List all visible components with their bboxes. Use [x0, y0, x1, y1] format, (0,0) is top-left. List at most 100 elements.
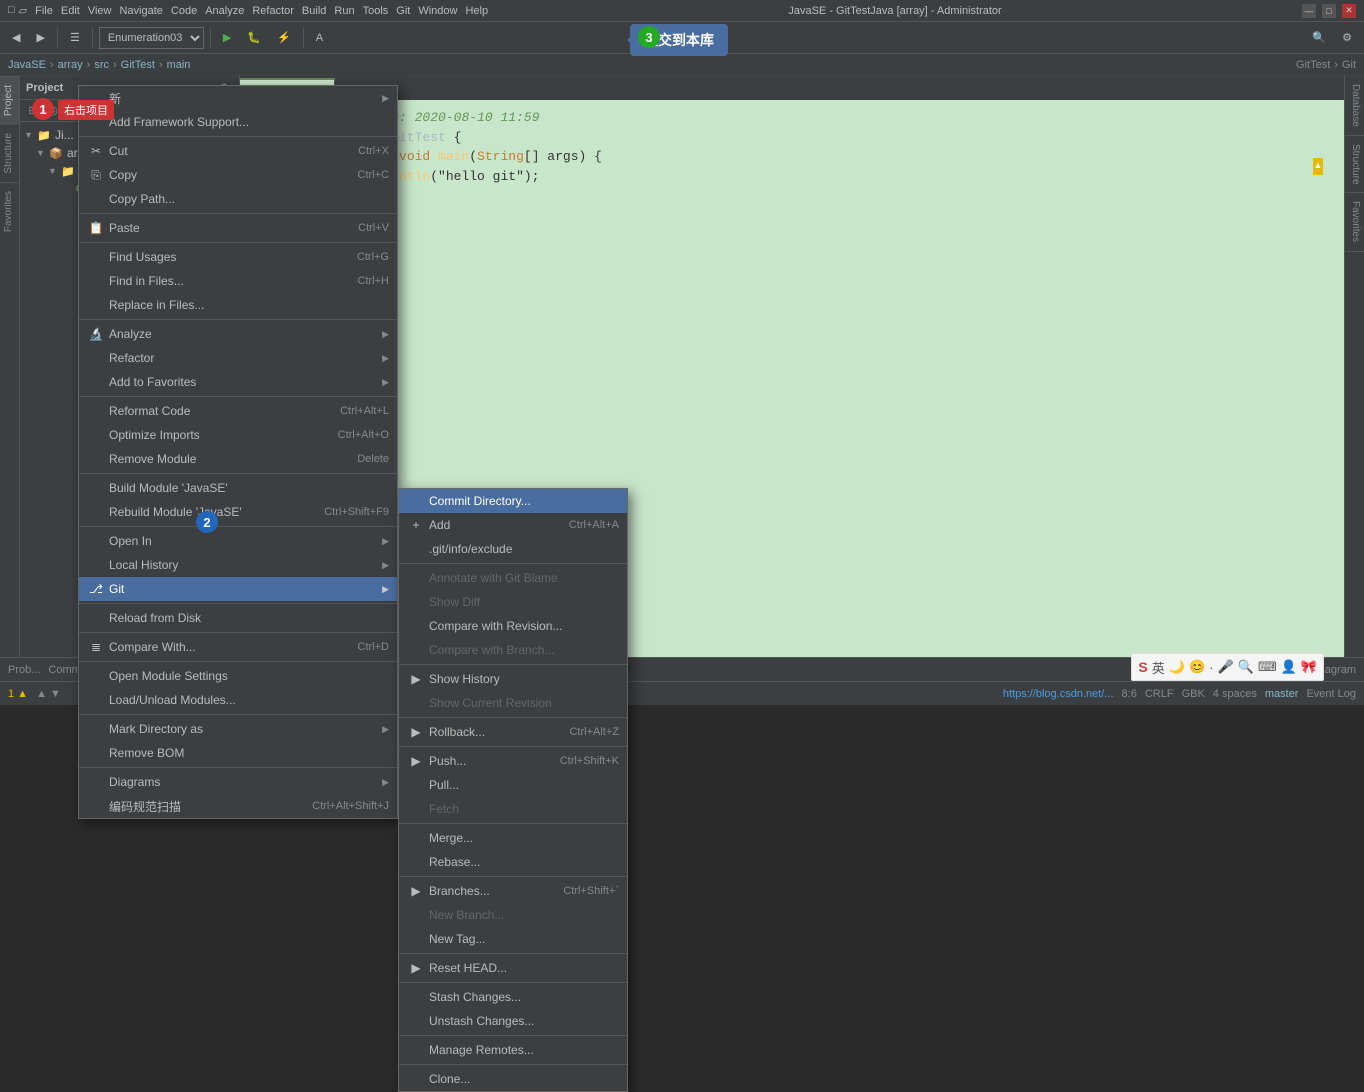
git-sep-8 [399, 982, 627, 983]
menu-view[interactable]: View [88, 5, 112, 17]
git-cm-commit-dir[interactable]: Commit Directory... [399, 489, 627, 513]
menu-file[interactable]: File [35, 5, 53, 17]
git-cm-show-history[interactable]: ▶ Show History [399, 667, 627, 691]
breadcrumb-javase[interactable]: JavaSE [8, 59, 46, 71]
cm-item-open-in[interactable]: Open In ▶ [79, 529, 397, 553]
toolbar-forward-button[interactable]: ▶ [30, 26, 50, 50]
breadcrumb-gittest[interactable]: GitTest [121, 59, 155, 71]
sogou-logo-icon: S [1138, 659, 1147, 675]
code-line-5: 5 } [248, 186, 1336, 206]
menu-git[interactable]: Git [396, 5, 410, 17]
cm-item-refactor[interactable]: Refactor ▶ [79, 346, 397, 370]
coverage-button[interactable]: ⚡ [271, 26, 297, 50]
git-cm-show-diff: Show Diff [399, 590, 627, 614]
cm-item-compare-with[interactable]: ≣ Compare With... Ctrl+D [79, 635, 397, 659]
cm-item-build-module[interactable]: Build Module 'JavaSE' [79, 476, 397, 500]
cm-item-analyze[interactable]: 🔬 Analyze ▶ [79, 322, 397, 346]
cm-item-replace-files[interactable]: Replace in Files... [79, 293, 397, 317]
menu-run[interactable]: Run [334, 5, 354, 17]
git-cm-clone[interactable]: Clone... [399, 1067, 627, 1091]
cm-item-find-usages[interactable]: Find Usages Ctrl+G [79, 245, 397, 269]
maximize-button[interactable]: □ [1322, 4, 1336, 18]
git-cm-reset-head[interactable]: ▶ Reset HEAD... [399, 956, 627, 980]
run-config-dropdown[interactable]: Enumeration03 [99, 27, 204, 49]
git-cm-unstash[interactable]: Unstash Changes... [399, 1009, 627, 1033]
menu-navigate[interactable]: Navigate [119, 5, 162, 17]
favorites-tab-right[interactable]: Favorites [1345, 193, 1364, 251]
cm-item-copy-path[interactable]: Copy Path... [79, 187, 397, 211]
csdn-link[interactable]: https://blog.csdn.net/... [1003, 688, 1114, 700]
cm-separator-10 [79, 661, 397, 662]
run-button[interactable]: ▶ [217, 26, 237, 50]
git-sep-9 [399, 1035, 627, 1036]
git-submenu: Commit Directory... + Add Ctrl+Alt+A .gi… [398, 488, 628, 1092]
translate-button[interactable]: A [310, 26, 332, 50]
annotation-badge-1: 1 [32, 98, 54, 120]
cm-item-load-modules[interactable]: Load/Unload Modules... [79, 688, 397, 712]
cm-item-code-scan[interactable]: 编码规范扫描 Ctrl+Alt+Shift+J [79, 794, 397, 818]
cm-item-add-framework[interactable]: Add Framework Support... [79, 110, 397, 134]
git-cm-compare-branch: Compare with Branch... [399, 638, 627, 662]
menu-build[interactable]: Build [302, 5, 326, 17]
nav-arrows[interactable]: ▲ ▼ [36, 688, 61, 700]
cm-item-new[interactable]: 新 ▶ [79, 86, 397, 110]
project-tab[interactable]: Project [0, 76, 19, 124]
cm-item-rebuild-module[interactable]: Rebuild Module 'JavaSE' Ctrl+Shift+F9 [79, 500, 397, 524]
menu-edit[interactable]: Edit [61, 5, 80, 17]
git-cm-add[interactable]: + Add Ctrl+Alt+A [399, 513, 627, 537]
structure-tab-right[interactable]: Structure [1345, 136, 1364, 194]
cm-item-remove-bom[interactable]: Remove BOM [79, 741, 397, 765]
cm-item-remove-module[interactable]: Remove Module Delete [79, 447, 397, 471]
cm-item-add-favorites[interactable]: Add to Favorites ▶ [79, 370, 397, 394]
toolbar-back-button[interactable]: ◀ [6, 26, 26, 50]
cm-item-find-files[interactable]: Find in Files... Ctrl+H [79, 269, 397, 293]
git-cm-push[interactable]: ▶ Push... Ctrl+Shift+K [399, 749, 627, 773]
git-cm-new-tag[interactable]: New Tag... [399, 927, 627, 951]
git-cm-merge[interactable]: Merge... [399, 826, 627, 850]
favorites-tab-left[interactable]: Favorites [0, 182, 19, 240]
structure-tab-left[interactable]: Structure [0, 124, 19, 182]
cm-item-module-settings[interactable]: Open Module Settings [79, 664, 397, 688]
cm-item-copy[interactable]: ⎘ Copy Ctrl+C [79, 163, 397, 187]
menu-window[interactable]: Window [418, 5, 457, 17]
git-cm-rollback[interactable]: ▶ Rollback... Ctrl+Alt+Z [399, 720, 627, 744]
minimize-button[interactable]: — [1302, 4, 1316, 18]
cm-separator-1 [79, 136, 397, 137]
database-tab[interactable]: Database [1345, 76, 1364, 136]
cm-item-local-history[interactable]: Local History ▶ [79, 553, 397, 577]
cm-item-reload-disk[interactable]: Reload from Disk [79, 606, 397, 630]
cm-item-diagrams[interactable]: Diagrams ▶ [79, 770, 397, 794]
cm-item-reformat[interactable]: Reformat Code Ctrl+Alt+L [79, 399, 397, 423]
debug-button[interactable]: 🐛 [241, 26, 267, 50]
cm-item-optimize-imports[interactable]: Optimize Imports Ctrl+Alt+O [79, 423, 397, 447]
menu-refactor[interactable]: Refactor [252, 5, 294, 17]
git-cm-pull[interactable]: Pull... [399, 773, 627, 797]
cm-item-paste[interactable]: 📋 Paste Ctrl+V [79, 216, 397, 240]
badge1-tooltip: 右击项目 [58, 100, 114, 120]
cm-item-git[interactable]: ⎇ Git ▶ [79, 577, 397, 601]
problems-tab[interactable]: Prob... [8, 664, 40, 676]
settings-button[interactable]: ⚙ [1336, 26, 1358, 50]
title-bar: □ ▱ File Edit View Navigate Code Analyze… [0, 0, 1364, 22]
git-cm-gitignore[interactable]: .git/info/exclude [399, 537, 627, 561]
search-everywhere-button[interactable]: 🔍 [1306, 26, 1332, 50]
cm-item-cut[interactable]: ✂ Cut Ctrl+X [79, 139, 397, 163]
menu-analyze[interactable]: Analyze [205, 5, 244, 17]
paste-icon: 📋 [87, 219, 105, 237]
git-cm-stash[interactable]: Stash Changes... [399, 985, 627, 1009]
editor-content[interactable]: 1 // last update: 2020-08-10 11:59 2 pub… [240, 100, 1344, 233]
breadcrumb-array[interactable]: array [58, 59, 83, 71]
menu-tools[interactable]: Tools [363, 5, 389, 17]
cm-item-mark-directory[interactable]: Mark Directory as ▶ [79, 717, 397, 741]
git-cm-branches[interactable]: ▶ Branches... Ctrl+Shift+` [399, 879, 627, 903]
event-log-button[interactable]: Event Log [1306, 688, 1356, 700]
toolbar-bookmark-button[interactable]: ☰ [64, 26, 86, 50]
breadcrumb-main[interactable]: main [167, 59, 191, 71]
git-cm-compare-revision[interactable]: Compare with Revision... [399, 614, 627, 638]
git-cm-manage-remotes[interactable]: Manage Remotes... [399, 1038, 627, 1062]
git-cm-rebase[interactable]: Rebase... [399, 850, 627, 874]
menu-code[interactable]: Code [171, 5, 197, 17]
breadcrumb-src[interactable]: src [94, 59, 109, 71]
close-button[interactable]: ✕ [1342, 4, 1356, 18]
menu-help[interactable]: Help [465, 5, 488, 17]
